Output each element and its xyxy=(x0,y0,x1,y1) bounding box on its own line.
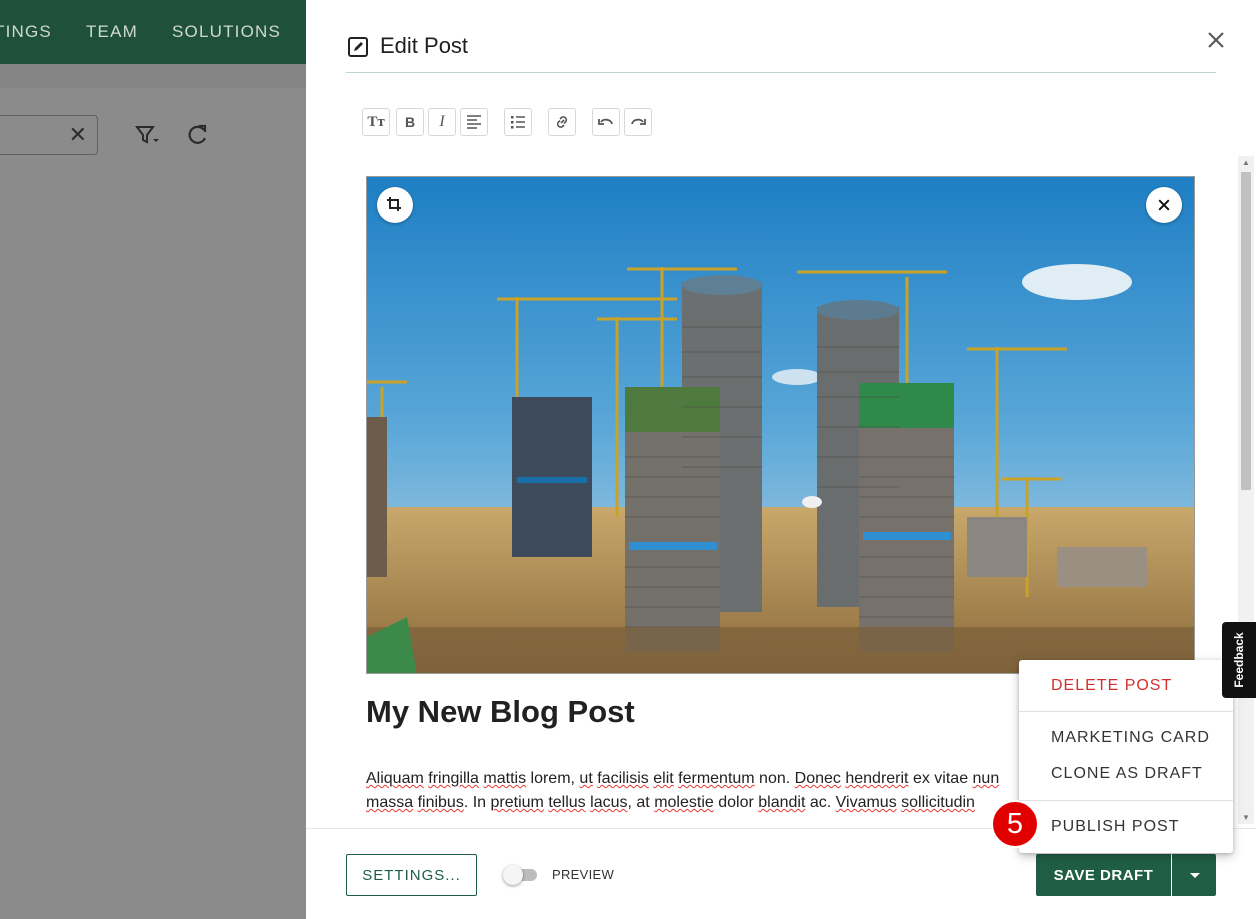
scroll-up-icon[interactable]: ▲ xyxy=(1242,158,1250,167)
step-number-badge: 5 xyxy=(991,800,1039,848)
list-button[interactable] xyxy=(504,108,532,136)
post-body-line-1: Aliquam fringilla mattis lorem, ut facil… xyxy=(366,770,1000,787)
save-draft-button[interactable]: SAVE DRAFT xyxy=(1036,854,1171,896)
undo-icon xyxy=(598,118,613,125)
feedback-tab[interactable]: Feedback xyxy=(1222,622,1256,698)
nav-item-settings[interactable]: TINGS xyxy=(0,22,52,42)
nav-item-solutions[interactable]: SOLUTIONS xyxy=(172,22,281,42)
menu-item-delete-post[interactable]: DELETE POST xyxy=(1051,677,1172,695)
editor-scrollbar[interactable]: ▲ ▼ xyxy=(1238,156,1254,824)
align-button[interactable] xyxy=(460,108,488,136)
background-content xyxy=(0,64,306,919)
save-split-button: SAVE DRAFT xyxy=(1036,854,1216,896)
align-left-icon xyxy=(467,115,481,129)
crop-icon xyxy=(387,197,401,211)
close-icon xyxy=(1158,199,1170,211)
drawer-title: Edit Post xyxy=(380,33,469,58)
post-body-text[interactable]: Aliquam fringilla mattis lorem, ut facil… xyxy=(366,767,1026,823)
link-icon xyxy=(556,116,568,128)
background-search-field[interactable]: ✕ xyxy=(0,115,98,155)
scrollbar-thumb[interactable] xyxy=(1241,172,1251,490)
bulleted-list-icon xyxy=(511,116,525,129)
remove-image-button[interactable] xyxy=(1146,187,1182,223)
text-size-button[interactable]: Tт xyxy=(362,108,390,136)
menu-item-marketing-card[interactable]: MARKETING CARD xyxy=(1051,729,1210,747)
actions-menu: DELETE POST MARKETING CARD CLONE AS DRAF… xyxy=(1019,660,1233,853)
drawer-header: Edit Post xyxy=(346,0,1216,73)
close-icon[interactable] xyxy=(1204,28,1228,52)
menu-item-publish-post[interactable]: PUBLISH POST xyxy=(1051,818,1179,836)
background-top-nav: TINGS TEAM SOLUTIONS xyxy=(0,0,306,64)
menu-item-clone-as-draft[interactable]: CLONE AS DRAFT xyxy=(1051,765,1203,783)
settings-button[interactable]: SETTINGS... xyxy=(346,854,477,896)
redo-button[interactable] xyxy=(624,108,652,136)
clear-search-icon[interactable]: ✕ xyxy=(69,122,87,148)
menu-divider xyxy=(1019,800,1233,801)
construction-site-photo xyxy=(367,177,1194,673)
post-hero-image xyxy=(366,176,1195,674)
filter-icon[interactable] xyxy=(134,122,160,148)
refresh-icon[interactable] xyxy=(184,122,210,148)
background-strip xyxy=(0,64,306,88)
bold-button[interactable]: B xyxy=(396,108,424,136)
undo-button[interactable] xyxy=(592,108,620,136)
feedback-label: Feedback xyxy=(1232,632,1246,688)
preview-label: PREVIEW xyxy=(552,867,615,882)
nav-item-team[interactable]: TEAM xyxy=(86,22,138,42)
scroll-down-icon[interactable]: ▼ xyxy=(1242,813,1250,822)
redo-icon xyxy=(631,118,646,125)
toggle-knob xyxy=(503,865,523,885)
italic-button[interactable]: I xyxy=(428,108,456,136)
crop-image-button[interactable] xyxy=(377,187,413,223)
preview-toggle[interactable] xyxy=(503,865,539,885)
post-title[interactable]: My New Blog Post xyxy=(366,694,635,730)
menu-divider xyxy=(1019,711,1233,712)
edit-icon xyxy=(348,37,368,57)
more-actions-dropdown-button[interactable] xyxy=(1172,854,1216,896)
link-button[interactable] xyxy=(548,108,576,136)
post-body-line-2: massa finibus. In pretium tellus lacus, … xyxy=(366,794,975,811)
